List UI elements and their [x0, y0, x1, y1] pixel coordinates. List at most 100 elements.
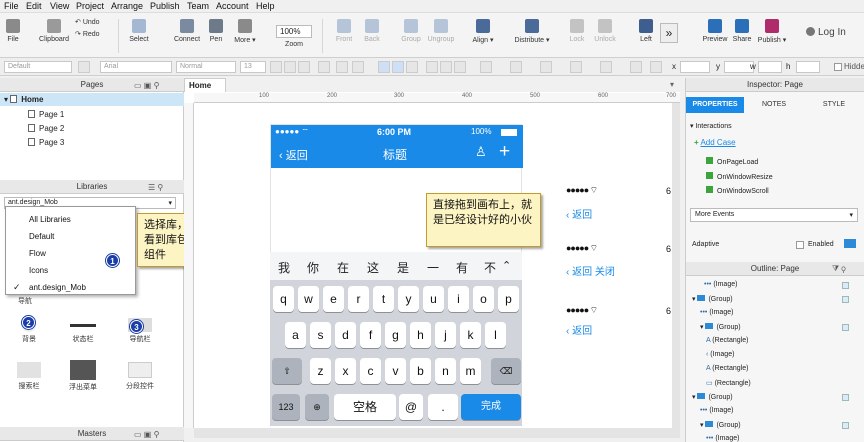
key-g[interactable]: g [385, 322, 406, 348]
menu-help[interactable]: Help [256, 1, 275, 11]
more-events-select[interactable]: More Events ▾ [690, 208, 858, 222]
enabled-checkbox[interactable] [796, 241, 804, 249]
lib-item-popover[interactable]: 浮出菜单 [63, 360, 103, 392]
dropdown-ant-design[interactable]: ant.design_Mob [29, 283, 86, 292]
shift-key[interactable]: ⇧ [272, 358, 302, 384]
x-input[interactable] [680, 61, 710, 73]
numbers-key[interactable]: 123 [272, 394, 300, 420]
style-select[interactable]: Default [4, 61, 72, 73]
nav-back-button[interactable]: ‹ 返回 [279, 147, 308, 163]
key-m[interactable]: m [460, 358, 481, 384]
libraries-panel-icons[interactable]: ☰ ⚲ [148, 183, 163, 192]
tab-menu-icon[interactable]: ▾ [670, 80, 674, 89]
event-onwindowresize[interactable]: OnWindowResize [706, 172, 773, 181]
ungroup-button[interactable]: Ungroup [426, 19, 456, 43]
key-u[interactable]: u [423, 286, 444, 312]
candidate-char[interactable]: 你 [307, 259, 319, 276]
dropdown-all-libraries[interactable]: All Libraries [29, 215, 71, 224]
menu-project[interactable]: Project [76, 1, 104, 11]
candidate-char[interactable]: 是 [397, 259, 409, 276]
menu-view[interactable]: View [50, 1, 69, 11]
lock-button[interactable]: Lock [566, 19, 588, 43]
period-key[interactable]: . [428, 394, 458, 420]
key-q[interactable]: q [273, 286, 294, 312]
bold-icon[interactable] [270, 61, 282, 73]
lib-item-searchbar[interactable]: 搜索栏 [9, 362, 49, 391]
italic-icon[interactable] [284, 61, 296, 73]
key-z[interactable]: z [310, 358, 331, 384]
share-button[interactable]: Share [731, 19, 753, 43]
text-color-icon[interactable] [318, 61, 330, 73]
key-s[interactable]: s [310, 322, 331, 348]
done-key[interactable]: 完成 [461, 394, 521, 420]
login-button[interactable]: Log In [806, 27, 846, 38]
group-button[interactable]: Group [398, 19, 424, 43]
side-back-2[interactable]: ‹ 返回 关闭 [566, 263, 615, 278]
key-i[interactable]: i [448, 286, 469, 312]
unlock-button[interactable]: Unlock [592, 19, 618, 43]
key-r[interactable]: r [348, 286, 369, 312]
clipboard-button[interactable]: Clipboard [38, 19, 70, 43]
key-t[interactable]: t [373, 286, 394, 312]
event-onwindowscroll[interactable]: OnWindowScroll [706, 186, 769, 195]
outline-row[interactable]: ▭ (Rectangle) [706, 379, 751, 387]
outline-visibility-toggle[interactable] [842, 394, 849, 401]
key-x[interactable]: x [335, 358, 356, 384]
outline-visibility-toggle[interactable] [842, 422, 849, 429]
tab-home[interactable]: Home × [184, 78, 226, 99]
at-key[interactable]: @ [399, 394, 423, 420]
adaptive-views-icon[interactable] [844, 239, 856, 248]
outline-row[interactable]: A (Rectangle) [706, 365, 748, 372]
key-v[interactable]: v [385, 358, 406, 384]
valign-middle-icon[interactable] [440, 61, 452, 73]
key-a[interactable]: a [285, 322, 306, 348]
align-right-icon[interactable] [406, 61, 418, 73]
backspace-key[interactable]: ⌫ [491, 358, 521, 384]
outline-row[interactable]: ‹ (Image) [706, 351, 734, 358]
outline-row[interactable]: ▾ (Group) [692, 393, 733, 401]
outline-row[interactable]: ••• (Image) [700, 407, 733, 414]
outline-row[interactable]: ▾ (Group) [692, 295, 733, 303]
outline-row[interactable]: ▾ (Group) [700, 323, 741, 331]
candidate-char[interactable]: 在 [337, 259, 349, 276]
pages-panel-icons[interactable]: ▭ ▣ ⚲ [134, 81, 159, 90]
outline-row[interactable]: ••• (Image) [700, 309, 733, 316]
underline-icon[interactable] [298, 61, 310, 73]
publish-button[interactable]: Publish ▾ [757, 19, 787, 44]
redo-button[interactable]: ↷ Redo [75, 30, 105, 38]
width-input[interactable] [758, 61, 782, 73]
align-left-icon[interactable] [378, 61, 390, 73]
tab-properties[interactable]: PROPERTIES [686, 97, 744, 113]
file-button[interactable]: File [4, 19, 22, 43]
menu-edit[interactable]: Edit [26, 1, 42, 11]
tab-style[interactable]: STYLE [806, 97, 862, 113]
font-select[interactable]: Arial [100, 61, 172, 73]
page-home[interactable]: ▾ Home [4, 95, 43, 104]
key-n[interactable]: n [435, 358, 456, 384]
border-color-icon[interactable] [510, 61, 522, 73]
dropdown-default[interactable]: Default [29, 232, 54, 241]
user-search-icon[interactable]: ♙ [475, 144, 487, 160]
valign-top-icon[interactable] [426, 61, 438, 73]
page-1[interactable]: Page 1 [28, 110, 64, 119]
align-button[interactable]: Align ▾ [470, 19, 496, 44]
padding-icon[interactable] [650, 61, 662, 73]
menu-account[interactable]: Account [216, 1, 249, 11]
menu-arrange[interactable]: Arrange [111, 1, 143, 11]
outline-visibility-toggle[interactable] [842, 324, 849, 331]
bullet-icon[interactable] [352, 61, 364, 73]
key-f[interactable]: f [360, 322, 381, 348]
expand-chevron-icon[interactable]: ⌃ [502, 259, 511, 272]
outline-row[interactable]: ••• (Image) [704, 281, 737, 288]
menu-team[interactable]: Team [187, 1, 209, 11]
candidate-char[interactable]: 这 [367, 259, 379, 276]
side-back-1[interactable]: ‹ 返回 [566, 206, 592, 221]
outline-row[interactable]: A (Rectangle) [706, 337, 748, 344]
align-center-icon[interactable] [392, 61, 404, 73]
menu-file[interactable]: File [4, 1, 19, 11]
border-width-icon[interactable] [540, 61, 552, 73]
dropdown-flow[interactable]: Flow [29, 249, 46, 258]
page-2[interactable]: Page 2 [28, 124, 64, 133]
outline-row[interactable]: ••• (Image) [706, 435, 739, 442]
font-size-select[interactable]: 13 [240, 61, 266, 73]
